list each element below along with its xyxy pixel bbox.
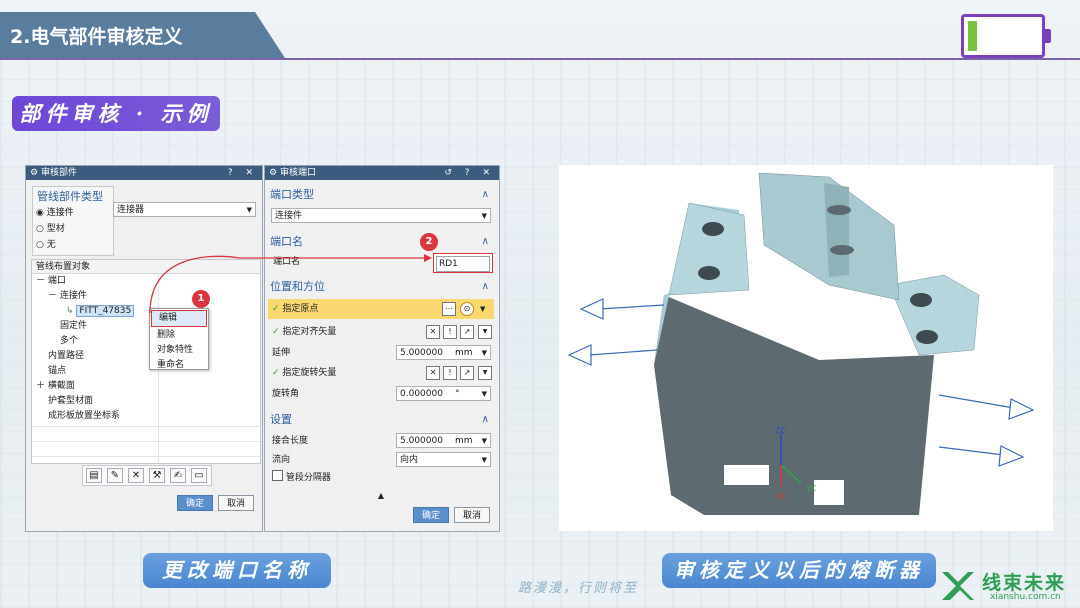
slot-left (724, 465, 769, 485)
clip-slot (827, 205, 851, 215)
body-front-face (654, 295, 934, 515)
hole-icon (910, 293, 932, 307)
arrow-path (149, 255, 425, 314)
logo-name: 线束未来 (982, 572, 1067, 594)
hole-icon (916, 330, 938, 344)
motto-text: 路漫漫，行则将至 (518, 581, 639, 596)
fuse-model-drawing: ZC YC XC (567, 172, 1035, 515)
hole-icon (698, 266, 720, 280)
caption-left: 更改端口名称 (143, 553, 331, 588)
left-ear-top (668, 202, 750, 296)
axis-zc-label: ZC (775, 426, 786, 435)
arrow-head (424, 254, 432, 262)
axis-yc-label: YC (805, 484, 816, 493)
logo-url: xianshu.com.cn (990, 592, 1061, 602)
logo-mark-icon (942, 572, 974, 600)
fuse-model-image: ZC YC XC (559, 165, 1053, 531)
slot-right (814, 480, 844, 505)
hole-icon (702, 222, 724, 236)
clip-slot (830, 245, 854, 255)
right-ear-top (888, 274, 980, 356)
axis-xc-label: XC (776, 492, 787, 501)
caption-right: 审核定义以后的熔断器 (662, 553, 936, 588)
